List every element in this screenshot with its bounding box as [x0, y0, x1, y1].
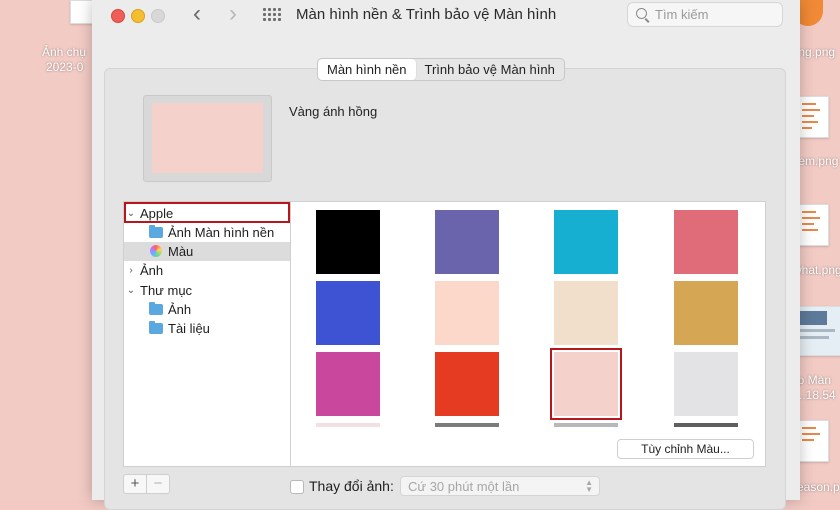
- color-swatch-partial[interactable]: [674, 423, 738, 427]
- system-preferences-window: ‹ › Màn hình nền & Trình bảo vệ Màn hình…: [92, 0, 800, 510]
- color-swatch[interactable]: [674, 352, 738, 416]
- sidebar-item-label: Màu: [168, 244, 194, 259]
- color-swatch[interactable]: [316, 210, 380, 274]
- folder-icon: [149, 321, 163, 334]
- search-input[interactable]: [655, 5, 775, 24]
- sidebar-item-label: Thư mục: [140, 283, 193, 298]
- color-swatch-partial[interactable]: [435, 423, 499, 427]
- color-swatch[interactable]: [435, 352, 499, 416]
- sidebar-item-label: Tài liệu: [168, 321, 210, 336]
- sidebar-item-photos[interactable]: › Ảnh: [124, 261, 290, 280]
- desktop-left: Ảnh chụ 2023-0: [0, 0, 100, 500]
- chevron-down-icon[interactable]: ⌄: [126, 281, 136, 300]
- search-icon: [636, 8, 647, 19]
- color-swatch[interactable]: [554, 210, 618, 274]
- back-arrow-icon[interactable]: ‹: [185, 2, 209, 26]
- tab-bar: Màn hình nền Trình bảo vệ Màn hình: [317, 58, 565, 81]
- chevron-right-icon[interactable]: ›: [126, 261, 136, 280]
- close-button[interactable]: [111, 9, 125, 23]
- color-swatch[interactable]: [316, 352, 380, 416]
- change-interval-value: Cứ 30 phút một lần: [408, 479, 520, 494]
- color-swatch[interactable]: [674, 281, 738, 345]
- sidebar-item-label: Ảnh: [140, 263, 164, 278]
- folder-icon: [149, 302, 163, 315]
- document-file-icon[interactable]: [795, 204, 829, 246]
- color-swatch[interactable]: [554, 281, 618, 345]
- document-file-icon[interactable]: [795, 96, 829, 138]
- search-field[interactable]: [627, 2, 783, 27]
- sidebar-item-desktop-pictures[interactable]: Ảnh Màn hình nền: [124, 223, 290, 242]
- source-list: ⌄ Apple Ảnh Màn hình nền Màu › Ảnh ⌄ Thư…: [123, 201, 291, 467]
- color-swatch-partial[interactable]: [554, 423, 618, 427]
- color-swatch-grid: Tùy chỉnh Màu...: [290, 201, 766, 467]
- document-file-icon[interactable]: [795, 420, 829, 462]
- folder-icon: [149, 225, 163, 238]
- desktop-file-label: reason.p: [793, 480, 840, 494]
- show-all-grid-icon[interactable]: [263, 8, 281, 22]
- color-swatch[interactable]: [674, 210, 738, 274]
- desktop-icon-label-date: 2023-0: [46, 60, 84, 74]
- chevron-up-down-icon: ▲ ▼: [585, 478, 593, 494]
- screenshot-file-icon[interactable]: [793, 306, 840, 356]
- window-title: Màn hình nền & Trình bảo vệ Màn hình: [296, 6, 557, 23]
- color-swatch[interactable]: [316, 281, 380, 345]
- color-swatch[interactable]: [435, 210, 499, 274]
- forward-arrow-icon[interactable]: ›: [221, 2, 245, 26]
- wallpaper-preview-image: [152, 103, 263, 173]
- sidebar-item-colors[interactable]: Màu: [124, 242, 290, 261]
- sidebar-item-folders[interactable]: ⌄ Thư mục: [124, 281, 290, 300]
- change-interval-select[interactable]: Cứ 30 phút một lần ▲ ▼: [400, 476, 600, 496]
- add-folder-button[interactable]: +: [124, 475, 146, 493]
- sidebar-item-folder-documents[interactable]: Tài liệu: [124, 319, 290, 338]
- color-swatch-partial[interactable]: [316, 423, 380, 427]
- minimize-button[interactable]: [131, 9, 145, 23]
- custom-color-button[interactable]: Tùy chỉnh Màu...: [617, 439, 754, 459]
- desktop-file-label: what.png: [793, 263, 840, 277]
- wallpaper-preview: [143, 95, 272, 182]
- title-bar: ‹ › Màn hình nền & Trình bảo vệ Màn hình: [92, 0, 800, 32]
- apple-highlight-box: [124, 202, 290, 223]
- color-swatch[interactable]: [435, 281, 499, 345]
- change-picture-checkbox[interactable]: [290, 480, 304, 494]
- sidebar-item-folder-photos[interactable]: Ảnh: [124, 300, 290, 319]
- change-picture-label: Thay đổi ảnh:: [309, 478, 394, 494]
- remove-folder-button[interactable]: −: [146, 475, 169, 493]
- color-wheel-icon: [150, 245, 162, 257]
- current-wallpaper-name: Vàng ánh hồng: [289, 104, 378, 119]
- zoom-button[interactable]: [151, 9, 165, 23]
- sidebar-item-label: Ảnh: [168, 302, 192, 317]
- sidebar-buttons: + −: [123, 474, 170, 494]
- tab-desktop[interactable]: Màn hình nền: [318, 59, 416, 80]
- desktop-icon-label: Ảnh chụ: [42, 45, 87, 59]
- tab-screen-saver[interactable]: Trình bảo vệ Màn hình: [416, 59, 564, 80]
- selected-swatch-highlight: [550, 348, 622, 420]
- sidebar-item-label: Ảnh Màn hình nền: [168, 225, 275, 240]
